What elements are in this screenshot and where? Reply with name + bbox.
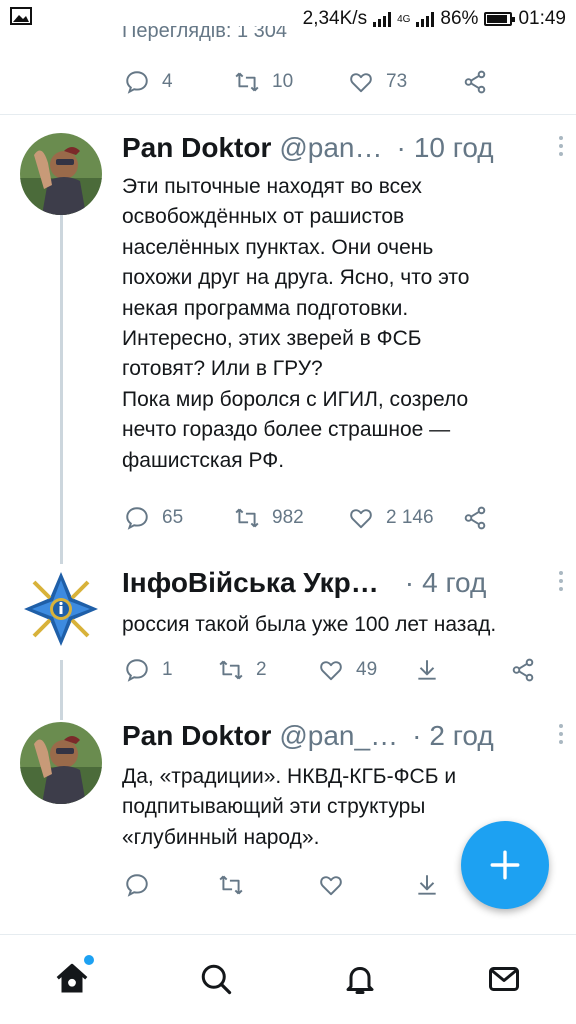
gallery-notification-icon	[10, 7, 40, 31]
retweet-count: 982	[272, 507, 304, 528]
like-button[interactable]	[318, 865, 344, 905]
bottom-navigation	[0, 934, 576, 1024]
tweet-actions: 65 982 2 146	[0, 498, 576, 538]
tweet-time: 10 год	[413, 132, 494, 163]
author-handle[interactable]: @pan…	[279, 132, 382, 164]
share-button[interactable]	[462, 498, 488, 538]
nav-home[interactable]	[52, 955, 94, 999]
like-button[interactable]: 2 146	[348, 498, 434, 538]
like-count: 73	[386, 71, 408, 92]
mail-icon	[489, 967, 519, 991]
network-type: 4G	[397, 13, 411, 25]
retweet-count: 2	[256, 659, 267, 680]
share-button[interactable]	[462, 62, 488, 102]
more-options-icon[interactable]	[558, 724, 564, 744]
search-icon	[201, 964, 232, 995]
like-icon	[350, 509, 372, 529]
nav-notifications[interactable]	[340, 959, 380, 999]
wifi-signal-icon	[373, 11, 392, 27]
battery-percent: 86%	[440, 8, 479, 29]
tweet-text: россия такой была уже 100 лет назад.	[122, 613, 497, 636]
divider	[0, 114, 576, 115]
cell-signal-icon	[416, 11, 435, 27]
retweet-icon	[235, 508, 259, 528]
tweet-header: Pan Doktor @pan… · 10 год	[122, 128, 563, 168]
download-icon	[418, 660, 436, 680]
like-button[interactable]: 73	[348, 62, 407, 102]
home-notification-dot	[84, 955, 94, 965]
author-name[interactable]: Pan Doktor	[122, 132, 271, 164]
more-options-icon[interactable]	[558, 571, 564, 591]
clock: 01:49	[518, 8, 566, 29]
tweet-time: 4 год	[422, 567, 487, 598]
like-button[interactable]: 49	[318, 650, 377, 690]
status-bar: 2,34K/s 4G 86% 01:49	[0, 0, 576, 38]
tweet-time: 2 год	[429, 720, 494, 751]
tweet-text: Эти пыточные находят во всех освобождённ…	[122, 175, 470, 472]
battery-icon	[484, 12, 516, 26]
avatar[interactable]	[20, 133, 102, 215]
tweet-header: ІнфоВійська Укр… · 4 год	[122, 563, 563, 603]
author-name[interactable]: Pan Doktor	[122, 720, 271, 752]
author-name[interactable]: ІнфоВійська Укр…	[122, 567, 379, 599]
avatar[interactable]	[20, 722, 102, 804]
avatar[interactable]	[20, 568, 102, 650]
compose-plus-icon	[490, 850, 520, 880]
retweet-icon	[219, 875, 243, 895]
separator-dot: ·	[404, 567, 415, 598]
compose-tweet-button[interactable]	[461, 821, 549, 909]
reply-count: 1	[162, 659, 173, 680]
network-speed: 2,34K/s	[302, 8, 368, 29]
tweet-actions: 1 2 49	[0, 650, 576, 690]
like-count: 2 146	[386, 507, 434, 528]
separator-dot: ·	[396, 132, 406, 163]
share-icon	[512, 658, 534, 682]
like-icon	[320, 661, 342, 681]
separator-dot: ·	[412, 720, 422, 751]
retweet-button[interactable]: 982	[234, 498, 304, 538]
author-handle[interactable]: @pan_…	[279, 720, 398, 752]
views-count: Переглядів: 1 304	[122, 26, 287, 42]
reply-button[interactable]	[124, 865, 150, 905]
retweet-count: 10	[272, 71, 294, 92]
tweet-header: Pan Doktor @pan_… · 2 год	[122, 716, 563, 756]
like-icon	[350, 73, 372, 93]
share-icon	[464, 70, 486, 94]
reply-button[interactable]: 4	[124, 62, 173, 102]
reply-count: 65	[162, 507, 184, 528]
reply-button[interactable]: 65	[124, 498, 183, 538]
like-count: 49	[356, 659, 378, 680]
tweet-actions: 4 10 73	[0, 62, 576, 102]
retweet-button[interactable]: 2	[218, 650, 267, 690]
reply-icon	[126, 507, 148, 530]
home-icon	[56, 963, 88, 993]
reply-icon	[126, 71, 148, 94]
download-button[interactable]	[414, 650, 440, 690]
share-icon	[464, 506, 486, 530]
like-icon	[320, 876, 342, 896]
reply-icon	[126, 874, 148, 897]
download-icon	[418, 875, 436, 895]
retweet-icon	[219, 660, 243, 680]
download-button[interactable]	[414, 865, 440, 905]
retweet-button[interactable]	[218, 865, 244, 905]
reply-count: 4	[162, 71, 173, 92]
bell-icon	[346, 967, 374, 994]
nav-messages[interactable]	[484, 959, 524, 999]
share-button[interactable]	[510, 650, 536, 690]
reply-button[interactable]: 1	[124, 650, 173, 690]
retweet-button[interactable]: 10	[234, 62, 293, 102]
more-options-icon[interactable]	[558, 136, 564, 156]
nav-search[interactable]	[196, 959, 236, 999]
retweet-icon	[235, 72, 259, 92]
reply-icon	[126, 659, 148, 682]
